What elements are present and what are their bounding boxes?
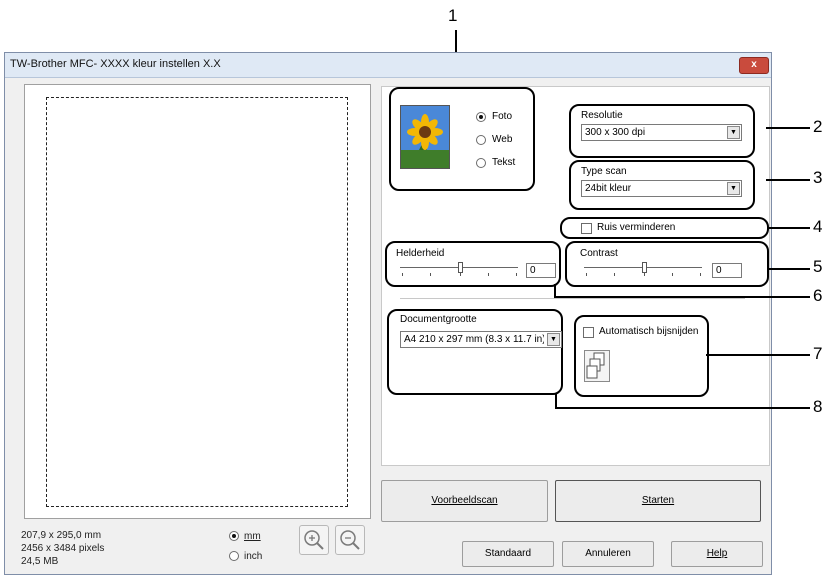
callout-number-6: 6 [813, 286, 823, 305]
callout-leader-6b [554, 296, 810, 298]
zoom-in-button[interactable] [299, 525, 329, 555]
unit-inch-radio[interactable] [229, 551, 239, 561]
contrast-value[interactable]: 0 [712, 263, 742, 278]
file-size-text: 24,5 MB [21, 556, 59, 567]
size-mm-text: 207,9 x 295,0 mm [21, 530, 102, 541]
preview-scan-button[interactable]: Voorbeeldscan [381, 480, 548, 522]
contrast-slider-thumb[interactable] [642, 262, 647, 273]
contrast-tick [672, 273, 673, 276]
brightness-tick [460, 273, 461, 276]
callout-leader-3 [766, 179, 810, 181]
contrast-label: Contrast [580, 248, 618, 259]
zoom-in-icon [304, 530, 324, 550]
resolution-value: 300 x 300 dpi [585, 127, 646, 138]
unit-mm-radio[interactable] [229, 531, 239, 541]
brightness-value[interactable]: 0 [526, 263, 556, 278]
default-button[interactable]: Standaard [462, 541, 554, 567]
chevron-down-icon: ▼ [727, 126, 740, 139]
scan-type-value: 24bit kleur [585, 183, 632, 194]
resolution-label: Resolutie [581, 110, 623, 121]
sunflower-photo-icon [401, 106, 449, 168]
contrast-tick [586, 273, 587, 276]
multi-page-icon [584, 350, 610, 382]
scan-settings-window: TW-Brother MFC- XXXX kleur instellen X.X… [4, 52, 772, 575]
unit-mm-label[interactable]: mm [244, 531, 261, 542]
start-button[interactable]: Starten [555, 480, 761, 522]
brightness-label: Helderheid [396, 248, 445, 259]
window-title: TW-Brother MFC- XXXX kleur instellen X.X [10, 58, 221, 70]
scan-type-select[interactable]: 24bit kleur ▼ [581, 180, 742, 197]
document-size-value: A4 210 x 297 mm (8.3 x 11.7 in) [404, 334, 544, 345]
callout-number-5: 5 [813, 257, 823, 276]
callout-number-1: 1 [448, 6, 458, 25]
callout-number-7: 7 [813, 344, 823, 363]
foto-radio[interactable] [476, 112, 486, 122]
close-button[interactable]: x [739, 57, 769, 74]
help-button[interactable]: Help [671, 541, 763, 567]
brightness-tick [516, 273, 517, 276]
scan-type-label: Type scan [581, 166, 627, 177]
tekst-label[interactable]: Tekst [492, 157, 515, 168]
brightness-tick [430, 273, 431, 276]
cancel-button[interactable]: Annuleren [562, 541, 654, 567]
divider [400, 298, 745, 299]
noise-checkbox[interactable] [581, 223, 592, 234]
brightness-tick [402, 273, 403, 276]
web-label[interactable]: Web [492, 134, 512, 145]
callout-leader-7 [706, 354, 810, 356]
preview-area[interactable] [24, 84, 371, 519]
callout-leader-4 [768, 227, 810, 229]
scan-area-frame[interactable] [46, 97, 348, 507]
tekst-radio[interactable] [476, 158, 486, 168]
unit-inch-label[interactable]: inch [244, 551, 262, 562]
chevron-down-icon: ▼ [547, 333, 560, 346]
document-size-label: Documentgrootte [400, 314, 477, 325]
resolution-select[interactable]: 300 x 300 dpi ▼ [581, 124, 742, 141]
callout-number-3: 3 [813, 168, 823, 187]
foto-label[interactable]: Foto [492, 111, 512, 122]
callout-leader-2 [766, 127, 810, 129]
title-bar: TW-Brother MFC- XXXX kleur instellen X.X… [5, 53, 771, 78]
chevron-down-icon: ▼ [727, 182, 740, 195]
noise-label[interactable]: Ruis verminderen [597, 222, 675, 233]
settings-panel: Foto Web Tekst Resolutie 300 x 300 dpi ▼… [381, 86, 770, 466]
zoom-out-button[interactable] [335, 525, 365, 555]
contrast-tick [614, 273, 615, 276]
brightness-slider-thumb[interactable] [458, 262, 463, 273]
zoom-out-icon [340, 530, 360, 550]
auto-crop-label[interactable]: Automatisch bijsnijden [599, 326, 699, 337]
size-pixels-text: 2456 x 3484 pixels [21, 543, 105, 554]
brightness-tick [488, 273, 489, 276]
callout-leader-5 [768, 268, 810, 270]
contrast-tick [700, 273, 701, 276]
contrast-tick [644, 273, 645, 276]
document-size-select[interactable]: A4 210 x 297 mm (8.3 x 11.7 in) ▼ [400, 331, 562, 348]
callout-number-4: 4 [813, 217, 823, 236]
auto-crop-checkbox[interactable] [583, 327, 594, 338]
callout-number-8: 8 [813, 397, 823, 416]
callout-leader-8b [555, 407, 810, 409]
photo-thumbnail [400, 105, 450, 169]
callout-number-2: 2 [813, 117, 823, 136]
web-radio[interactable] [476, 135, 486, 145]
